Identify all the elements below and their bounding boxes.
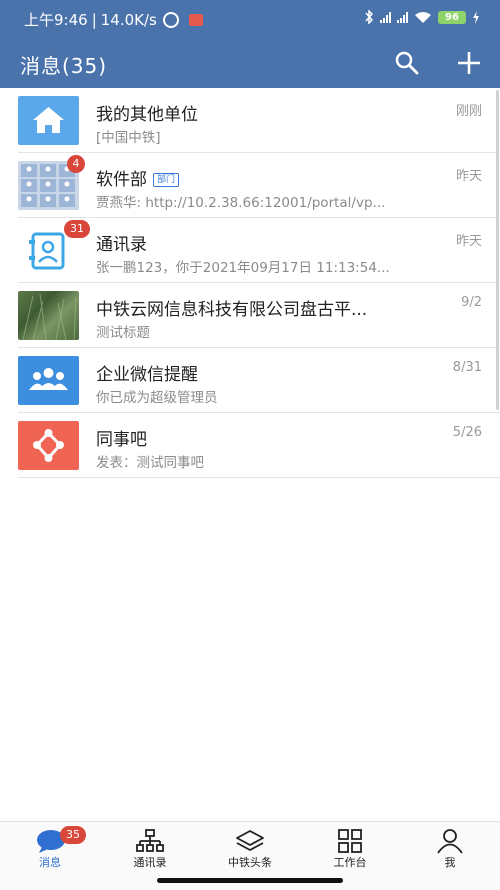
conversation-name: 企业微信提醒 xyxy=(96,365,198,385)
conversation-name: 软件部 xyxy=(96,170,147,190)
list-item[interactable]: 中铁云网信息科技有限公司盘古平... 测试标题 9/2 xyxy=(0,283,500,348)
status-speed: 14.0K/s xyxy=(100,10,157,29)
list-item[interactable]: 4 软件部 部门 贾燕华: http://10.2.38.66:12001/por… xyxy=(0,153,500,218)
conversation-time: 昨天 xyxy=(455,169,482,184)
tab-me[interactable]: 我 xyxy=(400,822,500,882)
app-bar: 消息(35) xyxy=(0,38,500,88)
signal-icon-2 xyxy=(397,11,408,23)
wifi-icon xyxy=(415,11,431,23)
conversation-name: 中铁云网信息科技有限公司盘古平... xyxy=(96,300,368,320)
tab-label: 通讯录 xyxy=(133,856,167,869)
layers-icon xyxy=(236,830,264,851)
conversation-preview: 测试标题 xyxy=(96,325,150,341)
list-item[interactable]: 我的其他单位 [中国中铁] 刚刚 xyxy=(0,88,500,153)
status-bar: 上午9:46 | 14.0K/s 96 xyxy=(0,0,500,38)
tab-contacts[interactable]: 通讯录 xyxy=(100,822,200,882)
conversation-time: 刚刚 xyxy=(455,104,482,119)
conversation-preview: [中国中铁] xyxy=(96,130,161,146)
conversation-preview: 贾燕华: http://10.2.38.66:12001/portal/vp..… xyxy=(96,195,386,211)
tab-workbench[interactable]: 工作台 xyxy=(300,822,400,882)
tab-label: 我 xyxy=(444,856,456,869)
share-nodes-icon xyxy=(18,421,79,470)
charging-icon xyxy=(473,10,479,24)
conversation-time: 5/26 xyxy=(452,425,482,440)
search-icon[interactable] xyxy=(394,50,420,76)
conversation-time: 9/2 xyxy=(461,295,482,310)
grass-photo xyxy=(18,291,79,341)
tab-label: 中铁头条 xyxy=(228,856,272,869)
conversation-time: 昨天 xyxy=(455,234,482,249)
status-left: 上午9:46 | 14.0K/s xyxy=(24,9,203,30)
conversation-name-row: 软件部 部门 xyxy=(96,165,180,190)
conversation-name: 我的其他单位 xyxy=(96,105,198,125)
person-icon xyxy=(437,829,463,854)
tab-label: 工作台 xyxy=(333,856,367,869)
bluetooth-icon xyxy=(365,10,374,24)
status-right: 96 xyxy=(364,10,480,24)
home-indicator[interactable] xyxy=(157,878,343,883)
notification-app-icon xyxy=(188,13,203,26)
tab-headlines[interactable]: 中铁头条 xyxy=(200,822,300,882)
conversation-preview: 发表：测试同事吧 xyxy=(96,455,204,471)
unread-badge: 4 xyxy=(67,155,85,173)
page-title: 消息(35) xyxy=(20,54,108,78)
battery-icon: 96 xyxy=(438,10,466,24)
add-icon[interactable] xyxy=(456,50,482,76)
scrollbar[interactable] xyxy=(496,90,499,410)
divider xyxy=(18,477,500,478)
department-tag: 部门 xyxy=(153,173,180,187)
tab-unread-badge: 35 xyxy=(60,826,86,844)
status-time: 上午9:46 xyxy=(24,11,88,29)
conversation-name: 通讯录 xyxy=(96,235,147,255)
list-item[interactable]: 同事吧 发表：测试同事吧 5/26 xyxy=(0,413,500,478)
tab-label: 消息 xyxy=(39,856,61,869)
list-item[interactable]: 31 通讯录 张一鹏123，你于2021年09月17日 11:13:54... … xyxy=(0,218,500,283)
conversation-time: 8/31 xyxy=(452,360,482,375)
org-chart-icon xyxy=(136,829,164,852)
conversation-preview: 张一鹏123，你于2021年09月17日 11:13:54... xyxy=(96,260,390,276)
signal-icon-1 xyxy=(380,11,391,23)
list-item[interactable]: 企业微信提醒 你已成为超级管理员 8/31 xyxy=(0,348,500,413)
people-icon xyxy=(18,356,79,405)
house-icon xyxy=(18,96,79,145)
conversation-preview: 你已成为超级管理员 xyxy=(96,390,218,406)
status-separator: | xyxy=(91,10,97,29)
conversation-name: 同事吧 xyxy=(96,430,147,450)
grid-icon xyxy=(338,829,362,853)
alarm-icon xyxy=(162,11,179,28)
tab-messages[interactable]: 35 消息 xyxy=(0,822,100,882)
unread-badge: 31 xyxy=(64,220,90,238)
